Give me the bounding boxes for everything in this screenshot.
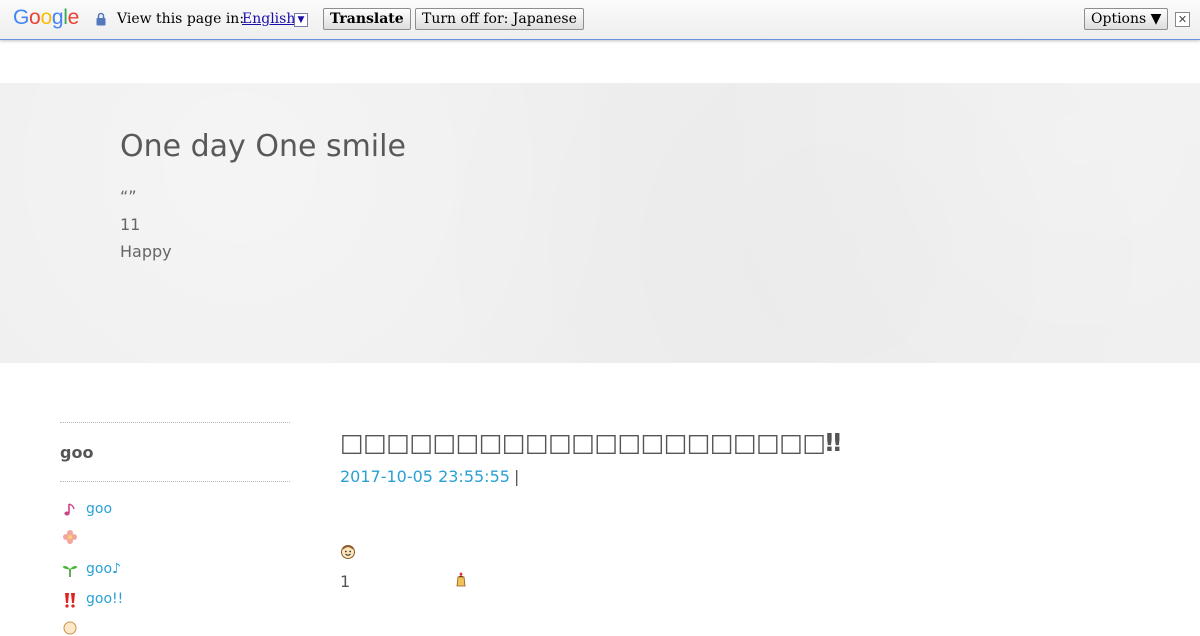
site-header: One day One smile “” 11 Happy	[0, 83, 1200, 363]
header-quote: “”	[120, 187, 137, 206]
google-logo-letter: o	[29, 6, 41, 29]
divider	[60, 422, 290, 423]
post-meta-separator: |	[514, 467, 520, 486]
sidebar-heading: goo	[60, 443, 94, 462]
site-title[interactable]: One day One smile	[120, 129, 406, 164]
music-note-icon	[64, 503, 75, 516]
pudding-icon	[456, 572, 466, 587]
double-exclamation-icon	[65, 593, 75, 608]
translate-button[interactable]: Translate	[323, 8, 411, 30]
post-title[interactable]: □□□□□□□□□□□□□□□□□□□□□‼	[340, 428, 841, 457]
options-button[interactable]: Options ▼	[1084, 8, 1169, 30]
google-logo-letter: g	[51, 6, 64, 29]
divider	[60, 481, 290, 482]
close-icon[interactable]: ✕	[1175, 12, 1190, 27]
sidebar-item-label: goo	[86, 501, 113, 517]
language-link[interactable]: English	[242, 11, 295, 27]
google-logo-letter: e	[67, 6, 80, 29]
face-icon	[63, 621, 77, 635]
header-text-line: Happy	[120, 242, 172, 261]
sidebar-item-label: goo♪	[86, 561, 121, 577]
chevron-down-icon[interactable]: ▼	[294, 13, 308, 27]
sprout-icon	[62, 565, 78, 577]
translate-bar: Google View this page in: English ▼ Tran…	[0, 0, 1200, 40]
google-logo-letter: G	[13, 6, 30, 29]
sidebar-item-label: goo!!	[86, 591, 124, 607]
lock-icon	[96, 12, 106, 26]
header-text-line: 11	[120, 215, 141, 234]
smiling-face-icon	[341, 545, 355, 559]
post-date-link[interactable]: 2017-10-05 23:55:55	[340, 467, 510, 486]
google-logo: Google	[13, 6, 79, 30]
translate-prompt: View this page in:	[117, 11, 245, 27]
post-text: 1	[340, 572, 351, 591]
google-logo-letter: o	[40, 6, 52, 29]
flower-icon	[63, 530, 77, 544]
turn-off-button[interactable]: Turn off for: Japanese	[415, 8, 584, 30]
